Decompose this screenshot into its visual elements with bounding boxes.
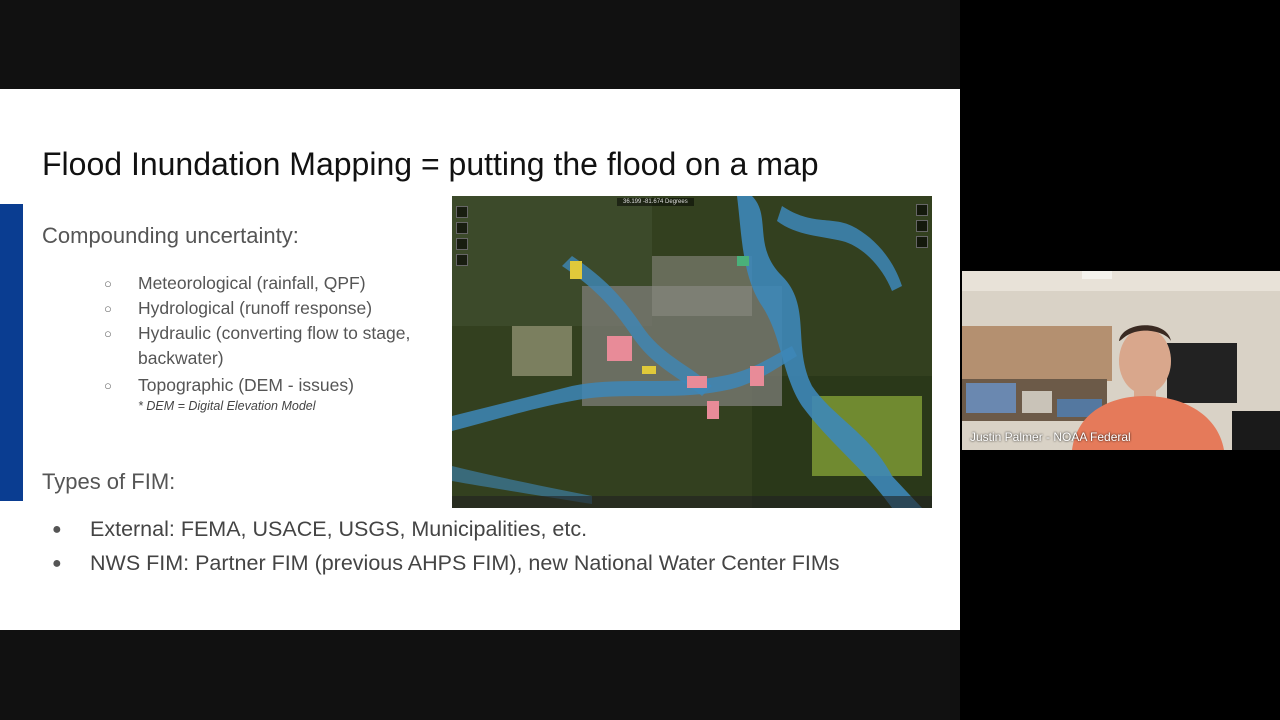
flood-inundation-map-image: 36.199 -81.674 Degrees xyxy=(452,196,932,508)
map-zoom-out-icon xyxy=(456,222,468,234)
dem-footnote: * DEM = Digital Elevation Model xyxy=(138,399,316,413)
uncertainty-heading: Compounding uncertainty: xyxy=(42,223,299,248)
map-layers-icon xyxy=(916,204,928,216)
bullet-external-fim: ● External: FEMA, USACE, USGS, Municipal… xyxy=(52,517,588,541)
slide-title: Flood Inundation Mapping = putting the f… xyxy=(42,146,819,182)
map-left-toolbar xyxy=(456,206,468,270)
screen-share-area: Flood Inundation Mapping = putting the f… xyxy=(0,0,960,720)
satellite-map-graphic xyxy=(452,196,932,508)
presentation-slide: Flood Inundation Mapping = putting the f… xyxy=(0,89,960,630)
bullet-nws-fim: ● NWS FIM: Partner FIM (previous AHPS FI… xyxy=(52,551,840,575)
map-legend-icon xyxy=(916,236,928,248)
map-basemap-icon xyxy=(916,220,928,232)
map-zoom-in-icon xyxy=(456,206,468,218)
participant-video-tile: Justin Palmer - NOAA Federal xyxy=(962,271,1280,450)
map-home-icon xyxy=(456,238,468,250)
map-coordinate-readout: 36.199 -81.674 Degrees xyxy=(617,198,694,206)
map-locate-icon xyxy=(456,254,468,266)
participant-name-label: Justin Palmer - NOAA Federal xyxy=(970,430,1131,444)
hollow-bullet-icon: ○ xyxy=(104,378,112,393)
hollow-bullet-icon: ○ xyxy=(104,326,112,341)
hollow-bullet-icon: ○ xyxy=(104,301,112,316)
slide-accent-bar xyxy=(0,204,23,501)
hollow-bullet-icon: ○ xyxy=(104,276,112,291)
participant-video-feed xyxy=(962,271,1280,450)
filled-bullet-icon: ● xyxy=(52,521,62,539)
filled-bullet-icon: ● xyxy=(52,555,62,573)
fim-types-heading: Types of FIM: xyxy=(42,469,176,494)
map-right-toolbar xyxy=(916,204,928,252)
